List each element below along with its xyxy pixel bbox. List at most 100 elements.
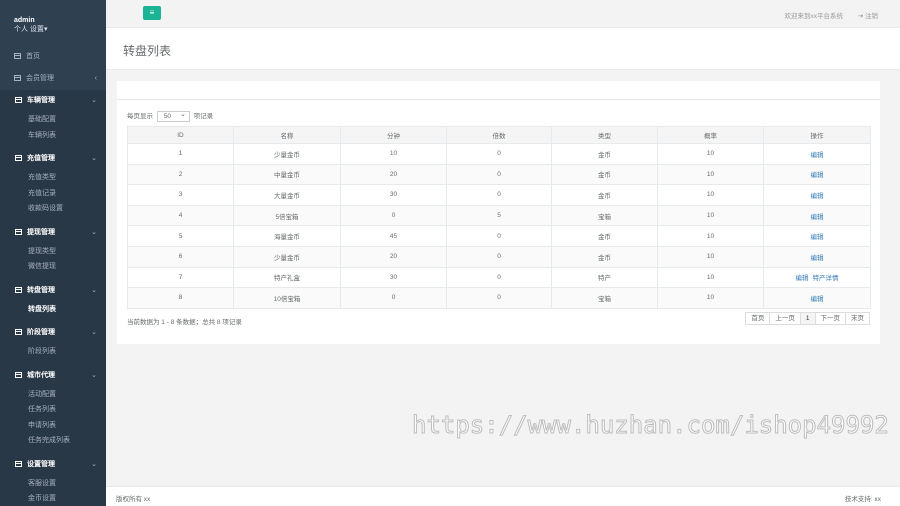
edit-link[interactable]: 编辑 bbox=[811, 172, 824, 179]
table-cell: 20 bbox=[340, 163, 447, 186]
table-cell: 编辑 bbox=[763, 287, 871, 309]
column-header[interactable]: 概率 bbox=[657, 126, 764, 144]
chevron-down-icon: ⌄ bbox=[91, 329, 97, 336]
table-cell: 45 bbox=[340, 225, 447, 247]
chevron-down-icon: ⌄ bbox=[91, 286, 97, 294]
profile-block: admin 个人 设置▾ bbox=[0, 0, 106, 46]
table-cell: 0 bbox=[446, 287, 552, 309]
table-row: 8 10倍宝箱 0 0 宝箱 10 编辑 bbox=[127, 287, 871, 309]
personal-settings-dropdown[interactable]: 个人 设置▾ bbox=[14, 25, 106, 34]
sidebar-group-label: 阶段管理 bbox=[27, 329, 55, 336]
sidebar-group-label: 车辆管理 bbox=[27, 97, 55, 104]
table-cell: 0 bbox=[446, 266, 552, 289]
menu-toggle-button[interactable]: ≡ bbox=[143, 6, 161, 20]
table-cell: 宝箱 bbox=[551, 287, 658, 309]
table-cell: 海量金币 bbox=[233, 225, 341, 247]
edit-link[interactable]: 编辑 bbox=[796, 275, 809, 282]
sidebar-subitem[interactable]: 转盘列表 bbox=[3, 302, 106, 318]
sidebar-item-label: 首页 bbox=[26, 53, 40, 60]
sidebar-group: 设置管理 ⌄ 客服设置 金币设置 bbox=[0, 453, 106, 506]
chevron-down-icon: ⌄ bbox=[91, 371, 97, 379]
table-cell: 10 bbox=[657, 287, 764, 309]
sidebar-subitem[interactable]: 收款码设置 bbox=[3, 201, 106, 217]
edit-link[interactable]: 编辑 bbox=[811, 152, 824, 159]
sidebar-subitem[interactable]: 活动配置 bbox=[3, 387, 106, 403]
column-header[interactable]: 操作 bbox=[763, 126, 871, 144]
page-button[interactable]: 首页 bbox=[745, 312, 771, 325]
length-suffix: 项记录 bbox=[193, 113, 214, 120]
grid-icon bbox=[15, 155, 22, 161]
table-cell: 10 bbox=[657, 204, 764, 227]
sidebar-subitem[interactable]: 提现类型 bbox=[3, 244, 106, 260]
chevron-down-icon: ⌄ bbox=[91, 228, 97, 236]
logout-icon: ⇥ bbox=[857, 13, 865, 20]
sidebar-subitem[interactable]: 金币设置 bbox=[3, 491, 106, 506]
table-row: 3 大量金币 30 0 金币 10 编辑 bbox=[127, 184, 871, 206]
table-row: 4 5倍宝箱 0 5 宝箱 10 编辑 bbox=[127, 204, 871, 227]
copyright: 版权所有 xx bbox=[116, 496, 151, 503]
table-cell: 10 bbox=[657, 225, 764, 247]
sidebar-subitem[interactable]: 任务完成列表 bbox=[3, 433, 106, 449]
sidebar-group: 转盘管理 ⌄ 转盘列表 bbox=[0, 279, 106, 322]
edit-link[interactable]: 编辑 bbox=[811, 214, 824, 221]
grid-icon bbox=[15, 371, 22, 378]
sidebar-group-label: 城市代理 bbox=[27, 371, 55, 379]
sidebar-group-header[interactable]: 阶段管理 ⌄ bbox=[3, 322, 106, 344]
sidebar-subitem[interactable]: 微信提现 bbox=[3, 259, 106, 275]
sidebar-item-home[interactable]: 首页 bbox=[0, 46, 106, 68]
column-header[interactable]: ID bbox=[127, 126, 234, 144]
page-button[interactable]: 1 bbox=[799, 312, 816, 325]
sidebar-subitem[interactable]: 申请列表 bbox=[3, 418, 106, 434]
sidebar-subitem[interactable]: 充值记录 bbox=[3, 186, 106, 202]
column-header[interactable]: 倍数 bbox=[446, 126, 552, 144]
sidebar-subitem[interactable]: 客服设置 bbox=[3, 476, 106, 492]
grid-icon bbox=[14, 75, 21, 81]
sidebar-subitem[interactable]: 阶段列表 bbox=[3, 344, 106, 360]
sidebar-group-label: 转盘管理 bbox=[27, 286, 55, 294]
sidebar-subitem[interactable]: 车辆列表 bbox=[3, 128, 106, 144]
grid-icon bbox=[14, 53, 21, 59]
page-button[interactable]: 上一页 bbox=[769, 312, 801, 325]
page-length-select[interactable]: 50 bbox=[156, 110, 190, 122]
edit-link[interactable]: 编辑 bbox=[811, 255, 824, 262]
grid-icon bbox=[15, 286, 22, 293]
edit-link[interactable]: 编辑 bbox=[811, 234, 824, 241]
table-cell: 编辑 bbox=[763, 163, 871, 186]
table-cell: 10倍宝箱 bbox=[233, 287, 341, 309]
page-button[interactable]: 下一页 bbox=[814, 312, 846, 325]
wheel-table: ID 名称 分钟 倍数 类型 概率 操作 1 少量金币 10 0 金币 10 编辑 2 中量金币 20 0 金币 1… bbox=[127, 126, 871, 309]
panel-title-bar bbox=[117, 81, 880, 100]
detail-link[interactable]: 特产详情 bbox=[813, 275, 839, 282]
edit-link[interactable]: 编辑 bbox=[811, 193, 824, 200]
table-cell: 10 bbox=[657, 245, 764, 268]
page-button[interactable]: 末页 bbox=[845, 312, 870, 325]
table-cell: 金币 bbox=[551, 225, 658, 247]
sidebar-subitem[interactable]: 基础配置 bbox=[3, 112, 106, 128]
sidebar-group-header[interactable]: 城市代理 ⌄ bbox=[3, 365, 106, 387]
sidebar-group-label: 设置管理 bbox=[27, 460, 55, 468]
sidebar-group-header[interactable]: 提现管理 ⌄ bbox=[3, 222, 106, 244]
sidebar-group-header[interactable]: 车辆管理 ⌄ bbox=[3, 90, 106, 112]
edit-link[interactable]: 编辑 bbox=[811, 296, 824, 303]
table-cell: 10 bbox=[340, 143, 447, 165]
sidebar-subitem[interactable]: 充值类型 bbox=[3, 170, 106, 186]
column-header[interactable]: 名称 bbox=[233, 126, 341, 144]
page-title: 转盘列表 bbox=[123, 44, 172, 58]
sidebar-group-header[interactable]: 转盘管理 ⌄ bbox=[3, 280, 106, 302]
sidebar-group: 阶段管理 ⌄ 阶段列表 bbox=[0, 322, 106, 365]
column-header[interactable]: 类型 bbox=[551, 126, 658, 144]
table-cell: 编辑 bbox=[763, 225, 871, 247]
sidebar-subitem[interactable]: 任务列表 bbox=[3, 402, 106, 418]
footer: 版权所有 xx 技术支持: xx bbox=[106, 486, 900, 506]
table-cell: 宝箱 bbox=[551, 204, 658, 227]
sidebar-group-header[interactable]: 充值管理 ⌄ bbox=[3, 148, 106, 170]
column-header[interactable]: 分钟 bbox=[340, 126, 447, 144]
table-cell: 编辑 bbox=[763, 143, 871, 165]
sidebar-group-header[interactable]: 设置管理 ⌄ bbox=[3, 454, 106, 476]
table-cell: 30 bbox=[340, 266, 447, 289]
logout-link[interactable]: ⇥ 注销 bbox=[858, 10, 878, 20]
table-cell: 10 bbox=[657, 184, 764, 206]
table-cell: 20 bbox=[340, 245, 447, 268]
table-cell: 编辑 bbox=[763, 245, 871, 268]
sidebar-item-member[interactable]: 会员管理 ‹ bbox=[0, 68, 106, 90]
